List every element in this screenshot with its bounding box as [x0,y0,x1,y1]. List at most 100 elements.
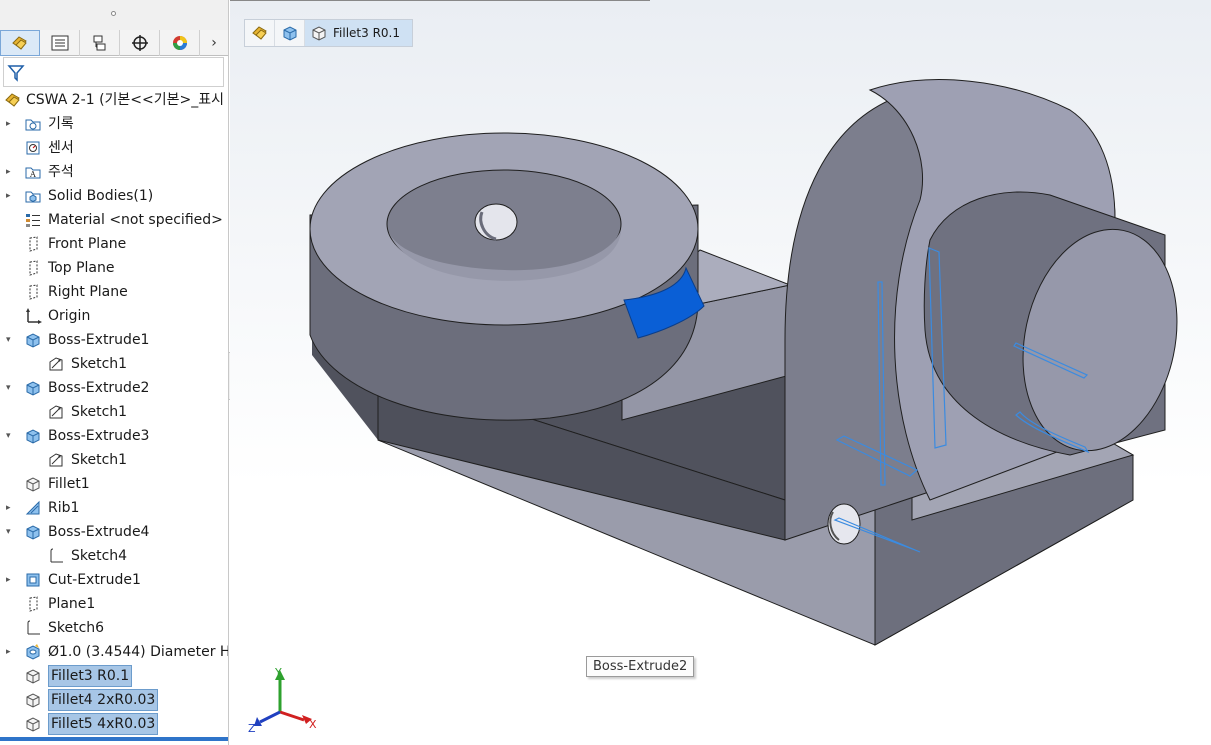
origin-icon [26,308,42,324]
tree-item-rib1[interactable]: ▸ Rib1 [0,496,228,520]
hole-wizard-icon [26,644,40,660]
tree-item-label: Boss-Extrude2 [48,380,150,396]
reference-triad: Y X Z [248,666,317,735]
history-folder-icon [25,119,41,131]
breadcrumb-active-label: Fillet3 R0.1 [333,26,400,40]
tree-item-label: Fillet4 2xR0.03 [48,689,159,711]
tree-item-label: Sketch1 [71,452,128,468]
tree-item-origin[interactable]: Origin [0,304,228,328]
tree-item-sketch6[interactable]: Sketch6 [0,616,228,640]
cut-extrude-icon [26,573,40,587]
tree-item-front-plane[interactable]: Front Plane [0,232,228,256]
sketch-icon [49,453,63,467]
sketch-plain-icon [50,548,63,563]
expand-arrow-icon[interactable]: ▸ [6,496,16,520]
material-icon [26,214,40,227]
3d-part-model[interactable] [230,0,1211,745]
tab-display-manager[interactable] [160,30,200,56]
breadcrumb-body[interactable] [275,20,305,46]
tree-item-label: Cut-Extrude1 [48,572,141,588]
collapse-arrow-icon[interactable]: ▾ [6,328,16,352]
tree-item-label: Boss-Extrude3 [48,428,150,444]
configuration-manager-icon [93,35,105,51]
boss-extrude-icon [26,525,40,540]
expand-arrow-icon[interactable]: ▸ [6,160,16,184]
tab-property-manager[interactable] [40,30,80,56]
boss-extrude-icon [26,333,40,348]
panel-bottom-bar [0,737,228,741]
collapse-arrow-icon[interactable]: ▾ [6,424,16,448]
expand-arrow-icon[interactable]: ▸ [6,112,16,136]
tree-item-label: Material <not specified> [48,212,223,228]
tree-item-label: Top Plane [48,260,115,276]
plane-icon [29,596,38,612]
manager-tabs: › [0,30,228,56]
feature-tree: CSWA 2-1 (기본<<기본>_표시 ▸ 기록 센서 ▸ A 주석 ▸ Solid Bod… [0,88,228,736]
tree-item-boss-extrude4[interactable]: ▾ Boss-Extrude4 [0,520,228,544]
tree-item-fillet1[interactable]: Fillet1 [0,472,228,496]
tree-item-label: 기록 [48,116,74,132]
tree-item-boss-extrude3[interactable]: ▾ Boss-Extrude3 [0,424,228,448]
tree-item-right-plane[interactable]: Right Plane [0,280,228,304]
tree-item-센서[interactable]: 센서 [0,136,228,160]
tab-feature-manager[interactable] [0,30,40,56]
boss-extrude-icon [26,429,40,444]
tree-item-top-plane[interactable]: Top Plane [0,256,228,280]
tree-root-part[interactable]: CSWA 2-1 (기본<<기본>_표시 [0,88,228,112]
tree-item-label: Fillet5 4xR0.03 [48,713,159,735]
sensors-icon [26,141,40,155]
plane-icon [29,236,38,252]
tree-item-label: Front Plane [48,236,127,252]
triad-y-label: Y [274,666,282,679]
tree-item-label: Origin [48,308,91,324]
tree-item-material-not-specified[interactable]: Material <not specified> [0,208,228,232]
tree-item-cut-extrude1[interactable]: ▸ Cut-Extrude1 [0,568,228,592]
feature-filter[interactable] [3,57,224,87]
tab-configuration-manager[interactable] [80,30,120,56]
expand-arrow-icon[interactable]: ▸ [6,640,16,664]
breadcrumb-fillet3[interactable]: Fillet3 R0.1 [305,20,412,46]
tree-item-boss-extrude1[interactable]: ▾ Boss-Extrude1 [0,328,228,352]
tree-item-label: Sketch1 [71,404,128,420]
graphics-area[interactable]: Fillet3 R0.1 Boss-Extrude2 Y X Z [230,0,1211,745]
tree-item-sketch1[interactable]: Sketch1 [0,352,228,376]
property-manager-icon [51,35,68,51]
tree-item-sketch4[interactable]: Sketch4 [0,544,228,568]
sketch-icon [49,357,63,371]
triad-z-label: Z [248,722,256,735]
tree-item-sketch1[interactable]: Sketch1 [0,448,228,472]
tree-item-fillet3-r0-1[interactable]: Fillet3 R0.1 [0,664,228,688]
tab-dimxpert-manager[interactable] [120,30,160,56]
tree-item-label: Sketch6 [48,620,105,636]
breadcrumb-part[interactable] [245,20,275,46]
tree-item-solid-bodies-1[interactable]: ▸ Solid Bodies(1) [0,184,228,208]
tree-item-1-0-3-4544-diameter-hole1[interactable]: ▸ Ø1.0 (3.4544) Diameter Hole1 [0,640,228,664]
expand-arrow-icon[interactable]: ▸ [6,568,16,592]
tree-item-plane1[interactable]: Plane1 [0,592,228,616]
part-icon [5,93,20,107]
plane-icon [29,284,38,300]
tree-item-fillet5-4xr0-03[interactable]: Fillet5 4xR0.03 [0,712,228,736]
sketch-plain-icon [27,620,40,635]
tree-item-label: Sketch4 [71,548,128,564]
tree-item-fillet4-2xr0-03[interactable]: Fillet4 2xR0.03 [0,688,228,712]
tabs-more-button[interactable]: › [200,30,228,55]
hover-tooltip: Boss-Extrude2 [586,656,695,677]
tree-item-기록[interactable]: ▸ 기록 [0,112,228,136]
tree-item-boss-extrude2[interactable]: ▾ Boss-Extrude2 [0,376,228,400]
feature-manager-panel: › CSWA 2-1 (기본<<기본>_표시 ▸ 기록 센서 ▸ A 주석 ▸ Solid B… [0,0,229,745]
panel-grip[interactable] [0,0,228,30]
fillet-icon [312,26,326,41]
root-label: CSWA 2-1 (기본<<기본>_표시 [26,92,225,108]
annotations-icon: A [25,167,41,179]
fillet-icon [26,477,40,492]
collapse-arrow-icon[interactable]: ▾ [6,520,16,544]
tree-item-label: Right Plane [48,284,128,300]
expand-arrow-icon[interactable]: ▸ [6,184,16,208]
tree-item-label: Fillet1 [48,476,90,492]
tree-item-label: 주석 [48,164,74,180]
tree-item-sketch1[interactable]: Sketch1 [0,400,228,424]
collapse-arrow-icon[interactable]: ▾ [6,376,16,400]
tree-item-label: Plane1 [48,596,96,612]
tree-item-주석[interactable]: ▸ A 주석 [0,160,228,184]
